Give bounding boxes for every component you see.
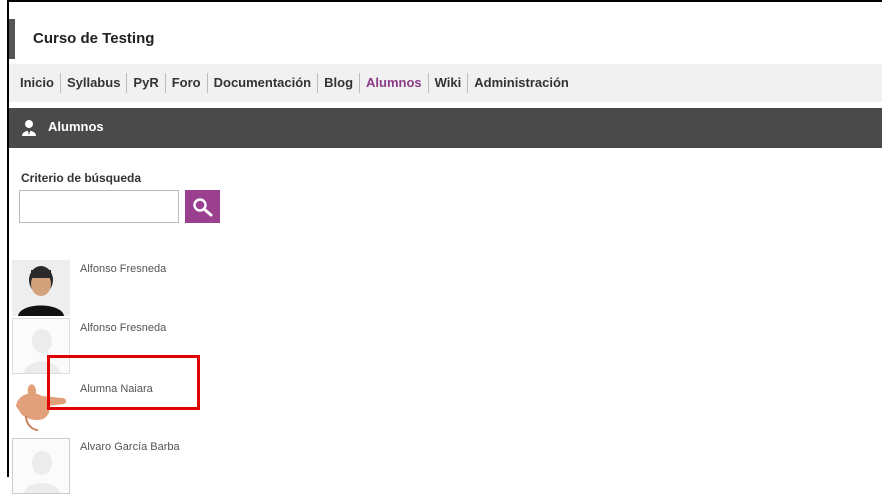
search-input[interactable] — [19, 190, 179, 223]
nav-item-syllabus[interactable]: Syllabus — [59, 73, 126, 93]
nav-item-alumnos[interactable]: Alumnos — [359, 73, 428, 93]
nav-item-pyr[interactable]: PyR — [126, 73, 164, 93]
course-title: Curso de Testing — [33, 30, 155, 47]
section-title: Alumnos — [48, 119, 104, 134]
nav-item-administracion[interactable]: Administración — [467, 73, 575, 93]
nav-item-inicio[interactable]: Inicio — [20, 73, 60, 93]
nav-item-foro[interactable]: Foro — [164, 73, 207, 93]
magnifier-icon — [193, 198, 213, 217]
user-icon — [22, 120, 36, 136]
nav-item-documentacion[interactable]: Documentación — [206, 73, 318, 93]
nav-item-blog[interactable]: Blog — [317, 73, 359, 93]
highlight-box — [47, 355, 200, 410]
search-button[interactable] — [185, 190, 220, 223]
student-avatar[interactable] — [12, 438, 70, 494]
search-label: Criterio de búsqueda — [21, 171, 142, 185]
student-avatar[interactable] — [12, 260, 70, 316]
navigation-menu: Inicio Syllabus PyR Foro Documentación B… — [20, 73, 575, 93]
student-photo-icon — [12, 260, 70, 316]
nav-item-wiki[interactable]: Wiki — [427, 73, 468, 93]
default-avatar-icon — [13, 439, 69, 493]
title-accent-bar — [9, 19, 15, 59]
student-name[interactable]: Alfonso Fresneda — [80, 263, 166, 275]
student-name[interactable]: Alfonso Fresneda — [80, 322, 166, 334]
student-name[interactable]: Alvaro García Barba — [80, 441, 180, 453]
section-header — [9, 108, 882, 148]
